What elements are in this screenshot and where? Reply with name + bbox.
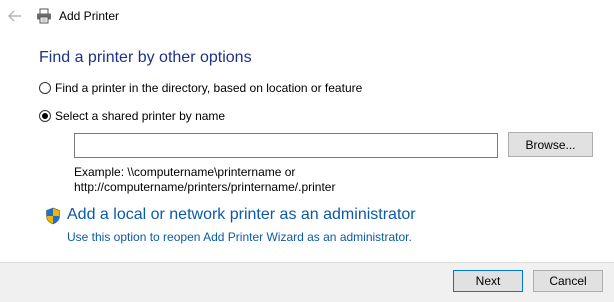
next-button[interactable]: Next — [453, 270, 523, 292]
radio-directory[interactable] — [39, 82, 51, 94]
back-button[interactable] — [6, 7, 24, 25]
cancel-button[interactable]: Cancel — [533, 270, 603, 292]
example-text: Example: \\computername\printername or h… — [74, 165, 335, 195]
example-line-2: http://computername/printers/printername… — [74, 180, 336, 194]
window-title: Add Printer — [59, 9, 120, 23]
wizard-footer: Next Cancel — [0, 262, 614, 302]
title-bar: Add Printer — [0, 0, 614, 33]
page-heading: Find a printer by other options — [39, 49, 252, 66]
printer-name-input[interactable] — [74, 133, 498, 158]
radio-shared-label: Select a shared printer by name — [55, 109, 226, 123]
radio-option-directory[interactable]: Find a printer in the directory, based o… — [39, 81, 362, 95]
printer-icon — [37, 8, 51, 24]
browse-button[interactable]: Browse... — [508, 132, 593, 157]
back-arrow-icon — [8, 10, 21, 22]
example-line-1: Example: \\computername\printername or — [74, 165, 296, 179]
uac-shield-icon — [46, 207, 60, 225]
wizard-content: Find a printer by other options Find a p… — [0, 33, 614, 262]
radio-option-shared[interactable]: Select a shared printer by name — [39, 109, 225, 123]
admin-link[interactable]: Add a local or network printer as an adm… — [67, 206, 416, 224]
admin-description-link[interactable]: Use this option to reopen Add Printer Wi… — [67, 230, 412, 244]
radio-shared[interactable] — [39, 110, 51, 122]
radio-directory-label: Find a printer in the directory, based o… — [55, 81, 363, 95]
